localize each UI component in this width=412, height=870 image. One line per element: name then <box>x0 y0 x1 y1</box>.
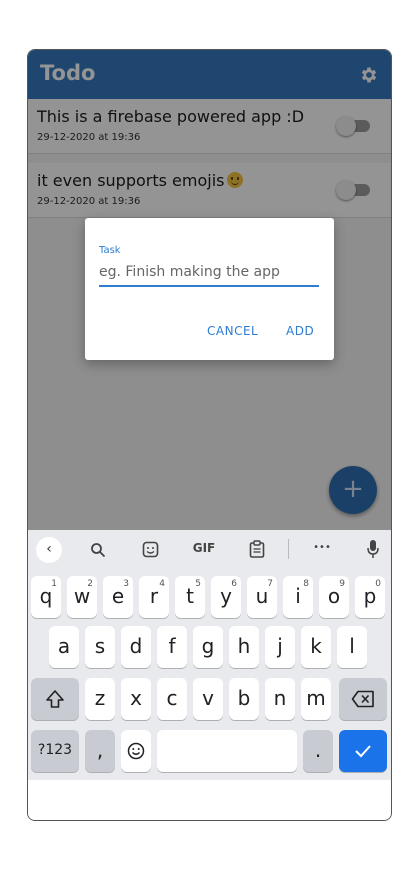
sticker-icon[interactable] <box>142 541 159 558</box>
key-c[interactable]: c <box>157 678 187 720</box>
key-h[interactable]: h <box>229 626 259 668</box>
key-i[interactable]: i8 <box>283 576 313 618</box>
key-r[interactable]: r4 <box>139 576 169 618</box>
key-e[interactable]: e3 <box>103 576 133 618</box>
shift-key[interactable] <box>31 678 79 720</box>
more-options-icon[interactable]: ••• <box>309 542 335 553</box>
symbols-key[interactable]: ?123 <box>31 730 79 772</box>
key-number: 9 <box>339 579 345 589</box>
gif-button[interactable]: GIF <box>191 541 217 555</box>
task-label: Task <box>99 245 121 256</box>
key-number: 1 <box>51 579 57 589</box>
app-screen: Todo This is a firebase powered app :D 2… <box>28 50 391 530</box>
keyboard-toolbar: ‹ GIF ••• <box>28 530 391 568</box>
period-key[interactable]: . <box>303 730 333 772</box>
key-k[interactable]: k <box>301 626 331 668</box>
enter-key[interactable] <box>339 730 387 772</box>
key-x[interactable]: x <box>121 678 151 720</box>
key-n[interactable]: n <box>265 678 295 720</box>
space-bar[interactable] <box>157 730 297 772</box>
task-input[interactable] <box>99 259 319 287</box>
key-label: i <box>295 584 301 608</box>
shift-icon <box>46 690 64 708</box>
add-task-dialog: Task CANCEL ADD <box>85 218 334 360</box>
key-y[interactable]: y6 <box>211 576 241 618</box>
check-icon <box>355 745 371 758</box>
search-icon[interactable] <box>90 542 106 558</box>
backspace-icon <box>351 690 374 708</box>
toolbar-divider <box>288 539 289 559</box>
key-number: 7 <box>267 579 273 589</box>
add-button[interactable]: ADD <box>286 324 314 338</box>
key-o[interactable]: o9 <box>319 576 349 618</box>
system-nav-area <box>28 780 391 820</box>
key-number: 8 <box>303 579 309 589</box>
chevron-left-icon[interactable]: ‹ <box>36 537 62 563</box>
device-frame: Todo This is a firebase powered app :D 2… <box>27 49 392 821</box>
clipboard-icon[interactable] <box>249 540 265 558</box>
key-label: t <box>186 584 194 608</box>
key-b[interactable]: b <box>229 678 259 720</box>
key-number: 6 <box>231 579 237 589</box>
cancel-button[interactable]: CANCEL <box>207 324 258 338</box>
backspace-key[interactable] <box>339 678 387 720</box>
key-q[interactable]: q1 <box>31 576 61 618</box>
key-f[interactable]: f <box>157 626 187 668</box>
key-label: r <box>149 584 159 608</box>
key-number: 2 <box>87 579 93 589</box>
key-d[interactable]: d <box>121 626 151 668</box>
key-s[interactable]: s <box>85 626 115 668</box>
key-l[interactable]: l <box>337 626 367 668</box>
key-m[interactable]: m <box>301 678 331 720</box>
key-u[interactable]: u7 <box>247 576 277 618</box>
key-t[interactable]: t5 <box>175 576 205 618</box>
key-w[interactable]: w2 <box>67 576 97 618</box>
mic-icon[interactable] <box>367 539 379 559</box>
soft-keyboard: ‹ GIF ••• q1 w2 e3 r4 t5 y6 u7 i8 o9 p0 … <box>28 530 391 780</box>
comma-key[interactable]: , <box>85 730 115 772</box>
key-j[interactable]: j <box>265 626 295 668</box>
key-number: 4 <box>159 579 165 589</box>
emoji-icon <box>127 742 145 760</box>
emoji-key[interactable] <box>121 730 151 772</box>
key-label: y <box>220 584 232 608</box>
key-number: 0 <box>375 579 381 589</box>
key-v[interactable]: v <box>193 678 223 720</box>
key-number: 5 <box>195 579 201 589</box>
key-g[interactable]: g <box>193 626 223 668</box>
key-p[interactable]: p0 <box>355 576 385 618</box>
key-a[interactable]: a <box>49 626 79 668</box>
key-z[interactable]: z <box>85 678 115 720</box>
key-number: 3 <box>123 579 129 589</box>
